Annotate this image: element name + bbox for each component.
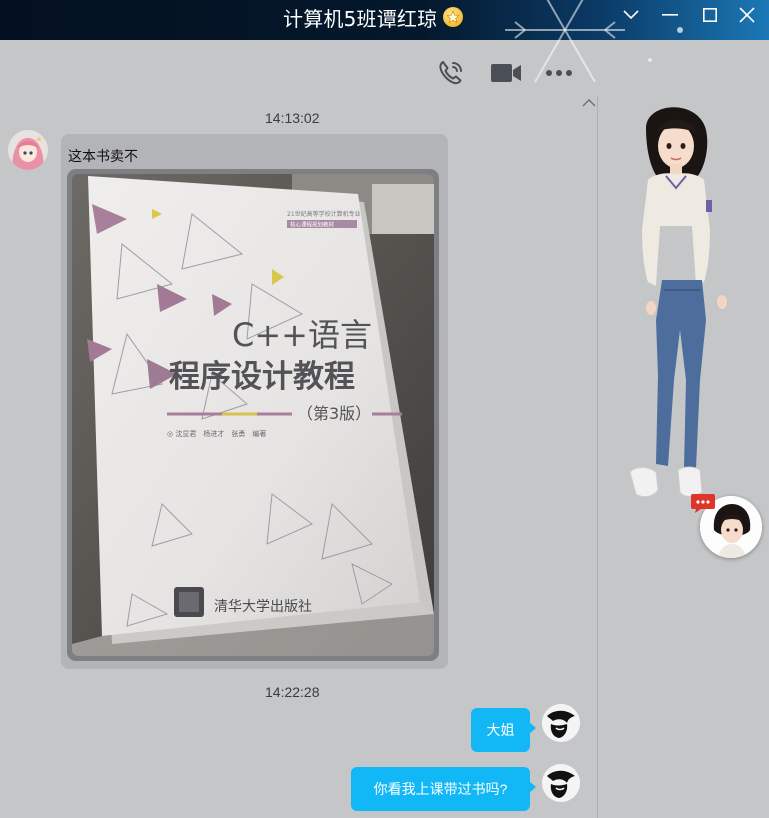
cover-publisher: 清华大学出版社: [214, 599, 312, 615]
cover-series-line2: 核心课程规划教材: [290, 221, 335, 229]
chat-bubble-icon[interactable]: [690, 492, 716, 514]
message-timestamp: 14:13:02: [265, 110, 320, 126]
user-avatar[interactable]: [542, 764, 580, 802]
photo-attachment[interactable]: 21世纪高等学校计算机专业 核心课程规划教材 C++语言 程序设计教程 （第3版…: [67, 169, 439, 661]
bubble-tail: [529, 781, 536, 793]
star-badge-icon: [443, 7, 464, 27]
cover-authors: ◎ 沈显君 杨进才 张勇 编著: [167, 429, 266, 438]
phone-icon[interactable]: [435, 57, 467, 89]
book-photo: 21世纪高等学校计算机专业 核心课程规划教材 C++语言 程序设计教程 （第3版…: [72, 174, 434, 656]
maximize-icon[interactable]: [695, 2, 725, 28]
bubble-tail: [529, 722, 536, 734]
cover-series-line1: 21世纪高等学校计算机专业: [287, 210, 361, 218]
window-title: 计算机5班谭红琼: [283, 6, 438, 31]
show-character-figure[interactable]: [618, 100, 730, 512]
more-icon[interactable]: [543, 57, 575, 89]
cover-edition: （第3版）: [297, 404, 371, 423]
close-icon[interactable]: [732, 2, 762, 28]
user-avatar[interactable]: [542, 704, 580, 742]
contact-avatar[interactable]: [8, 130, 48, 170]
video-call-icon[interactable]: [490, 57, 522, 89]
sent-message-bubble: 大姐: [471, 708, 530, 752]
title-bar: 计算机5班谭红琼: [0, 0, 769, 83]
cover-title-line1: C++语言: [232, 316, 372, 354]
received-message-text: 这本书卖不: [68, 148, 138, 164]
message-timestamp: 14:22:28: [265, 684, 320, 700]
cover-title-line2: 程序设计教程: [169, 359, 355, 395]
panel-divider[interactable]: [597, 96, 598, 818]
caret-up-icon[interactable]: [582, 94, 596, 112]
sent-message-bubble: 你看我上课带过书吗?: [351, 767, 530, 811]
minimize-icon[interactable]: [655, 2, 685, 28]
chevron-down-icon[interactable]: [616, 2, 646, 28]
